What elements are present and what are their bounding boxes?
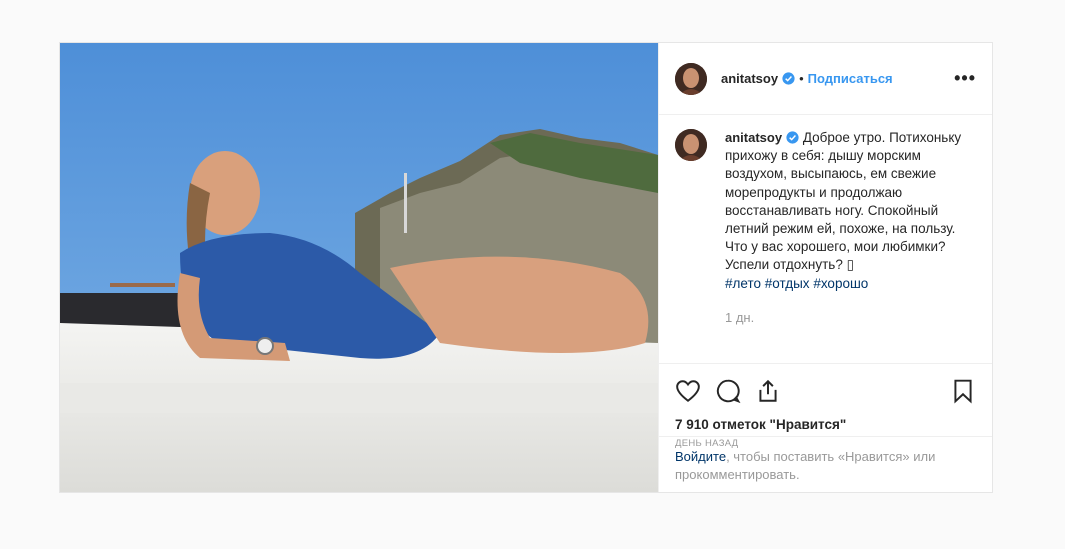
action-bar: [659, 363, 992, 417]
verified-badge-icon: [782, 72, 795, 85]
avatar-image: [675, 62, 707, 95]
instagram-post: anitatsoy • Подписаться ••• anitatsoy До…: [59, 42, 993, 493]
comment-bubble-icon[interactable]: [715, 378, 741, 404]
follow-button[interactable]: Подписаться: [808, 71, 893, 86]
separator-dot: •: [799, 71, 804, 86]
emoji-glyph: ▯: [846, 257, 855, 273]
username-link[interactable]: anitatsoy: [721, 71, 778, 86]
photo-illustration: [60, 43, 658, 492]
more-options-icon[interactable]: •••: [954, 68, 976, 89]
likes-count[interactable]: 7 910 отметок "Нравится": [659, 417, 992, 432]
hashtag-link[interactable]: #хорошо: [813, 276, 868, 291]
avatar[interactable]: [675, 62, 707, 95]
caption-timestamp[interactable]: 1 дн.: [725, 309, 971, 327]
login-prompt: Войдите, чтобы поставить «Нравится» или …: [659, 436, 992, 492]
post-header: anitatsoy • Подписаться •••: [659, 43, 992, 115]
hashtag-link[interactable]: #отдых: [765, 276, 810, 291]
caption-area: anitatsoy Доброе утро. Потихоньку прихож…: [659, 115, 992, 363]
verified-badge-icon: [786, 131, 799, 144]
caption-username[interactable]: anitatsoy: [725, 130, 782, 145]
post-photo[interactable]: [60, 43, 658, 492]
login-link[interactable]: Войдите: [675, 449, 726, 464]
post-caption: anitatsoy Доброе утро. Потихоньку прихож…: [725, 129, 971, 363]
caption-avatar[interactable]: [675, 129, 707, 161]
hashtag-link[interactable]: #лето: [725, 276, 761, 291]
heart-icon[interactable]: [675, 378, 701, 404]
caption-text: Доброе утро. Потихоньку прихожу в себя: …: [725, 130, 962, 273]
bookmark-icon[interactable]: [950, 378, 976, 404]
post-sidebar: anitatsoy • Подписаться ••• anitatsoy До…: [658, 43, 992, 492]
avatar-image: [675, 129, 707, 161]
share-icon[interactable]: [755, 378, 781, 404]
